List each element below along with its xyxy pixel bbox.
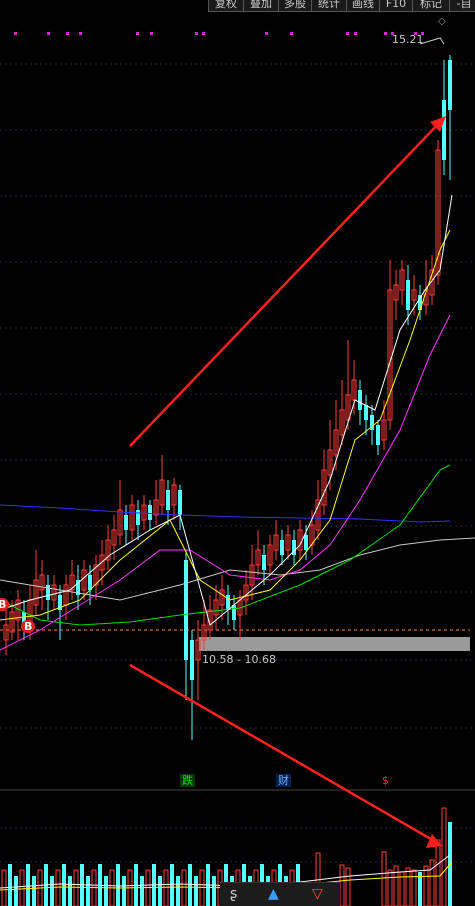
volume-bar (116, 864, 120, 906)
ma250-line (0, 504, 451, 523)
candle-body (442, 100, 446, 160)
dollar-marker[interactable]: $ (380, 774, 391, 787)
range-label: 10.58 - 10.68 (202, 653, 276, 666)
volume-bar (50, 876, 54, 906)
signal-dots (14, 32, 424, 35)
annotations (129, 37, 446, 848)
volume-bar (55, 869, 61, 906)
candle-body (448, 60, 452, 110)
volume-bar (158, 876, 162, 906)
volume-bar (405, 867, 411, 906)
fuquan-button[interactable]: 复权 (208, 0, 244, 12)
candle-body (136, 510, 140, 525)
candle-body (184, 560, 188, 660)
candle-body (148, 505, 152, 520)
ma120-line (0, 537, 475, 601)
candle-body (304, 535, 308, 550)
volume-bar (176, 876, 180, 906)
candle-body (88, 575, 92, 590)
volume-bar (104, 876, 108, 906)
candle-body (376, 425, 380, 445)
down-arrow-line (129, 663, 437, 844)
f10-button[interactable]: F10 (379, 0, 413, 12)
signal-dot (66, 32, 69, 35)
candle-body (124, 515, 128, 530)
volume-bar (188, 864, 192, 906)
signal-dot (290, 32, 293, 35)
volume-bar (68, 876, 72, 906)
volume-bar (14, 876, 18, 906)
finance-marker[interactable]: 财 (276, 774, 291, 787)
moving-average-lines (0, 194, 475, 651)
self-select-button[interactable]: -自 (449, 0, 475, 12)
overlay-button[interactable]: 叠加 (243, 0, 279, 12)
kline-chart[interactable] (0, 12, 475, 906)
candle-body (262, 555, 266, 570)
volume-bar (170, 864, 174, 906)
wave-icon[interactable]: ʂ (230, 886, 237, 902)
volume-bar (411, 869, 417, 906)
volume-bar (19, 869, 25, 906)
signal-dot (195, 32, 198, 35)
signal-dot (136, 32, 139, 35)
signal-dot (346, 32, 349, 35)
volume-bar (163, 869, 169, 906)
fall-marker[interactable]: 跌 (180, 774, 195, 787)
signal-dot (47, 32, 50, 35)
signal-dot (79, 32, 82, 35)
candle-body (232, 605, 236, 620)
candle-body (364, 405, 368, 420)
signal-dot (150, 32, 153, 35)
volume-bar (199, 869, 205, 906)
candle-body (190, 640, 194, 680)
signal-dot (14, 32, 17, 35)
candle-body (178, 490, 182, 515)
candle-body (406, 280, 410, 310)
volume-bar (86, 876, 90, 906)
candle-body (358, 390, 362, 410)
mark-button[interactable]: 标记 (412, 0, 450, 12)
volume-bar (73, 869, 79, 906)
multi-stock-button[interactable]: 多股 (278, 0, 312, 12)
statistics-button[interactable]: 统计 (311, 0, 347, 12)
volume-bar (32, 876, 36, 906)
volume-bar (423, 865, 429, 906)
volume-bar (381, 851, 387, 906)
volume-bar (387, 869, 393, 906)
chart-grid (0, 63, 475, 863)
up-arrow-line (129, 119, 443, 447)
signal-dot (354, 32, 357, 35)
volume-bar (418, 872, 422, 906)
volume-bar (441, 807, 447, 906)
volume-bar (122, 876, 126, 906)
cancel-icon[interactable]: ▽ (312, 886, 323, 902)
high-price-label: 15.21 (392, 33, 424, 46)
volume-bar (181, 869, 187, 906)
volume-bar (194, 876, 198, 906)
toolbar: 复权 叠加 多股 统计 画线 F10 标记 -自 (0, 0, 475, 12)
triangle-icon[interactable]: ▲ (268, 886, 279, 902)
signal-dot (202, 32, 205, 35)
volume-bar (140, 876, 144, 906)
volume-bar (435, 839, 441, 906)
signal-dot (265, 32, 268, 35)
bottom-icon-bar: ʂ ▲ ▽ (220, 882, 340, 906)
volume-bar (62, 864, 66, 906)
volume-bar (8, 864, 12, 906)
volume-bar (212, 876, 216, 906)
high-price-pointer (419, 37, 445, 45)
volume-bar (345, 867, 351, 906)
signal-dot (384, 32, 387, 35)
diamond-icon[interactable]: ◇ (438, 16, 446, 27)
candle-body (166, 490, 170, 510)
candle-body (46, 585, 50, 600)
draw-line-button[interactable]: 画线 (346, 0, 380, 12)
candle-body (280, 540, 284, 555)
volume-bar (339, 864, 345, 906)
volume-bar (26, 864, 30, 906)
